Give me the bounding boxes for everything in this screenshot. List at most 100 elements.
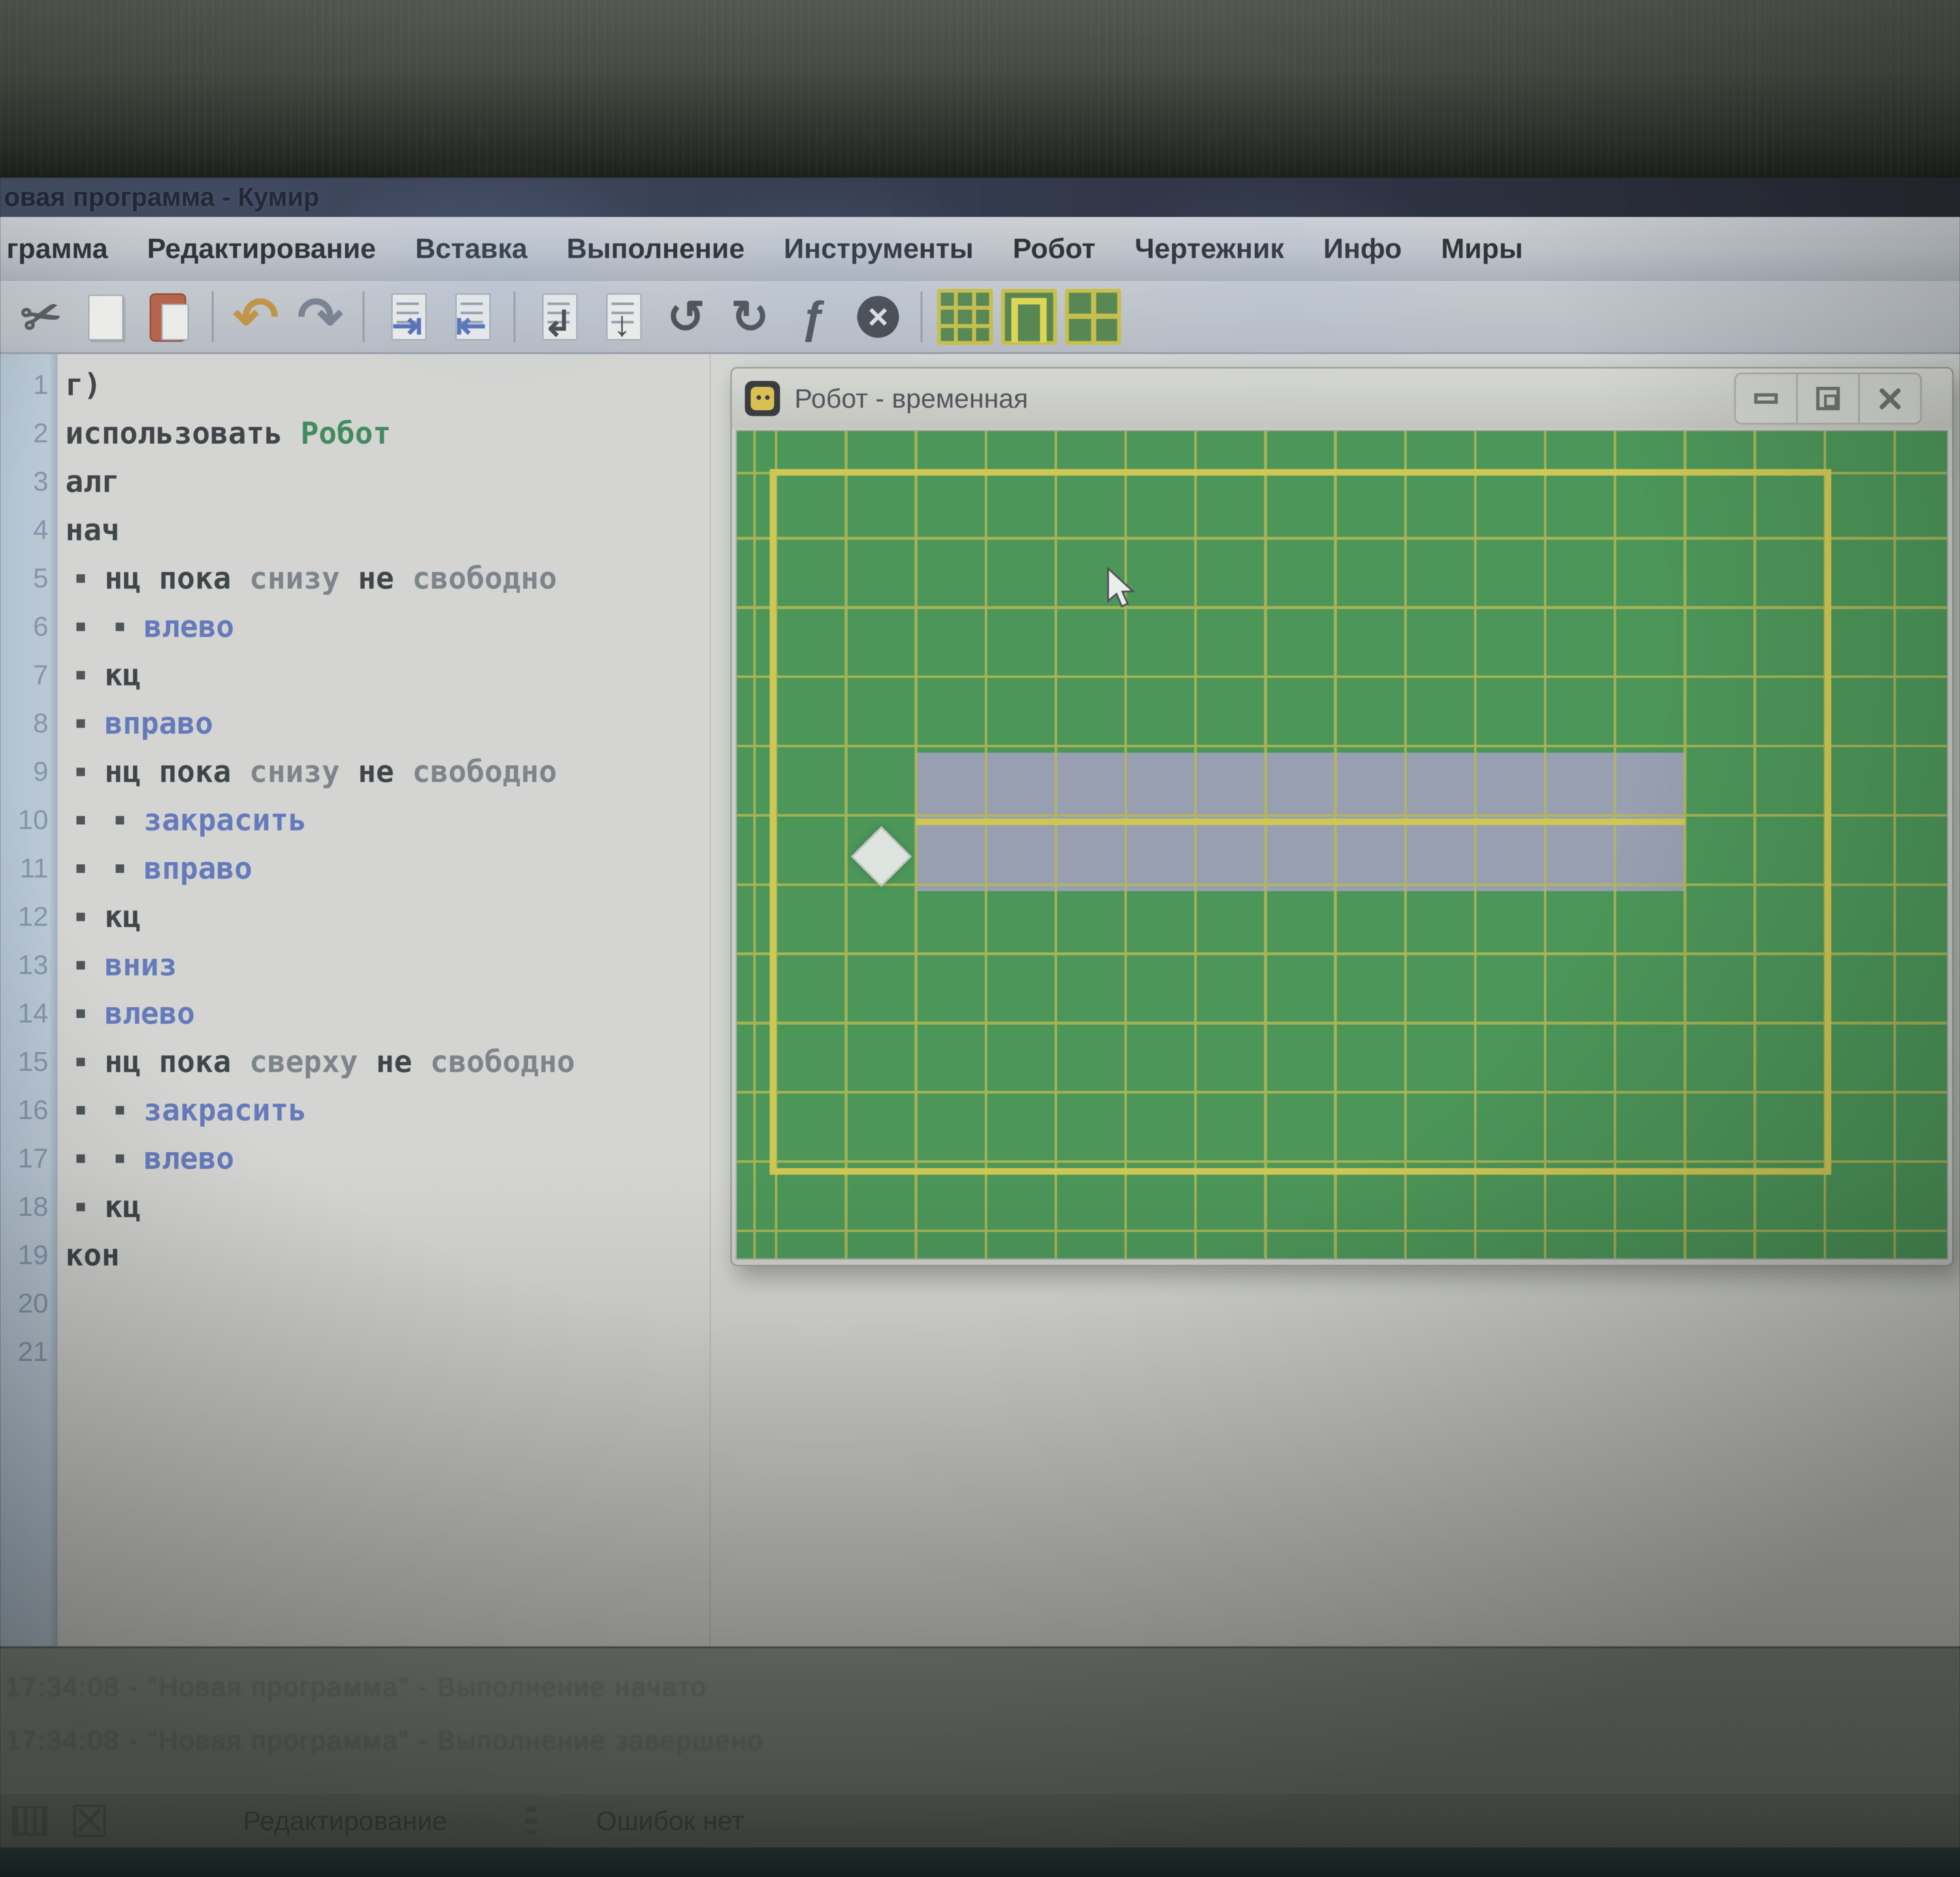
- code-line-10[interactable]: закрасить: [65, 796, 306, 844]
- console-message: 17:34:08 - "Новая программа" - Выполнени…: [5, 1672, 707, 1703]
- menu-item-1[interactable]: Редактирование: [127, 233, 395, 265]
- menu-item-2[interactable]: Вставка: [395, 233, 547, 265]
- close-box-icon[interactable]: [73, 1804, 106, 1837]
- robot-window-controls: [1734, 372, 1922, 425]
- toolbar-separator: [514, 291, 515, 342]
- console-panel: 17:34:08 - "Новая программа" - Выполнени…: [0, 1646, 1960, 1794]
- menu-item-8[interactable]: Миры: [1422, 233, 1543, 265]
- run-step-icon[interactable]: ↻: [720, 287, 780, 347]
- code-line-9[interactable]: нц пока снизу не свободно: [65, 747, 557, 796]
- code-token: использовать: [65, 416, 301, 451]
- menu-item-0[interactable]: грамма: [3, 233, 127, 265]
- code-line-8[interactable]: вправо: [65, 699, 213, 747]
- robot[interactable]: [851, 826, 911, 887]
- menu-item-4[interactable]: Инструменты: [764, 233, 993, 265]
- indent-dot: [116, 864, 124, 873]
- code-line-1[interactable]: г): [65, 361, 101, 409]
- code-token: вправо: [144, 851, 252, 886]
- code-line-12[interactable]: кц: [65, 892, 140, 941]
- inner-walls-layer: [737, 431, 1947, 1258]
- code-line-11[interactable]: вправо: [65, 844, 252, 892]
- menu-item-6[interactable]: Чертежник: [1115, 233, 1304, 265]
- robot-field-window-icon[interactable]: [937, 289, 993, 345]
- redo-icon[interactable]: ↷: [290, 287, 350, 347]
- app-title: овая программа - Кумир: [4, 183, 319, 212]
- run-continuous-icon[interactable]: ↺: [656, 287, 716, 347]
- status-errors: Ошибок нет: [596, 1806, 743, 1836]
- app-title-bar: овая программа - Кумир: [0, 178, 1960, 217]
- code-line-13[interactable]: вниз: [65, 941, 177, 989]
- laptop-bezel-top: [0, 0, 1960, 178]
- indent-dot: [76, 1203, 85, 1211]
- code-line-19[interactable]: кон: [65, 1231, 120, 1279]
- status-bar: Редактирование Ошибок нет: [0, 1794, 1960, 1848]
- code-line-3[interactable]: алг: [65, 457, 120, 506]
- close-glyph: [1877, 385, 1903, 412]
- unindent-icon[interactable]: ⇤: [441, 287, 501, 347]
- indent-dot: [76, 961, 85, 970]
- cut-glyph: ✂: [16, 289, 67, 344]
- eval-expression-glyph: ƒ: [802, 294, 827, 340]
- line-number-14: 14: [18, 989, 48, 1037]
- new-document-icon[interactable]: [75, 287, 135, 347]
- line-number-5: 5: [33, 554, 48, 602]
- line-number-18: 18: [18, 1183, 48, 1231]
- line-number-6: 6: [33, 602, 48, 651]
- close-button[interactable]: [1858, 374, 1920, 423]
- step-over-icon[interactable]: ↲: [528, 287, 588, 347]
- code-token: вправо: [105, 706, 213, 741]
- unindent-glyph: ⇤: [456, 307, 487, 344]
- code-line-4[interactable]: нач: [65, 506, 120, 554]
- code-line-18[interactable]: кц: [65, 1183, 140, 1231]
- paste-icon[interactable]: [139, 287, 199, 347]
- cut-icon[interactable]: ✂: [11, 287, 71, 347]
- eval-expression-icon[interactable]: ƒ: [784, 287, 844, 347]
- code-line-14[interactable]: влево: [65, 989, 195, 1037]
- code-token: нц пока: [105, 754, 250, 789]
- toolbar: ✂ ↶↷ ⇥ ⇤ ↲↓↺↻ ƒ ×: [0, 281, 1960, 354]
- indent-dot: [76, 623, 85, 631]
- keyboard-layout-icon[interactable]: [12, 1806, 47, 1836]
- code-line-2[interactable]: использовать Робот: [65, 409, 391, 457]
- code-line-16[interactable]: закрасить: [65, 1086, 306, 1134]
- code-line-7[interactable]: кц: [65, 651, 140, 699]
- code-line-15[interactable]: нц пока сверху не свободно: [65, 1037, 575, 1086]
- menu-item-3[interactable]: Выполнение: [547, 233, 764, 265]
- line-number-3: 3: [33, 457, 48, 506]
- robot-pult-window-icon[interactable]: [1001, 289, 1057, 345]
- line-number-10: 10: [18, 796, 48, 844]
- line-number-7: 7: [33, 651, 48, 699]
- code-line-6[interactable]: влево: [65, 602, 234, 651]
- status-mode: Редактирование: [243, 1806, 447, 1836]
- indent-dot: [76, 671, 85, 679]
- editor-gutter: 123456789101112131415161718192021: [0, 354, 57, 1646]
- code-token: вниз: [105, 947, 177, 983]
- indent-dot: [116, 1154, 124, 1163]
- minimize-glyph: [1754, 393, 1778, 404]
- stop-glyph: ×: [868, 299, 889, 335]
- indent-dot: [76, 1106, 85, 1115]
- code-token: кц: [105, 1189, 140, 1224]
- console-message: 17:34:08 - "Новая программа" - Выполнени…: [5, 1725, 764, 1756]
- undo-glyph: ↶: [233, 289, 279, 344]
- minimize-button[interactable]: [1736, 374, 1796, 423]
- toolbar-separator: [363, 291, 365, 342]
- field-size-window-icon[interactable]: [1065, 289, 1121, 345]
- step-into-icon[interactable]: ↓: [592, 287, 652, 347]
- code-token: закрасить: [144, 1092, 306, 1128]
- code-line-5[interactable]: нц пока снизу не свободно: [65, 554, 557, 602]
- menu-item-5[interactable]: Робот: [993, 233, 1115, 265]
- line-number-13: 13: [18, 941, 48, 989]
- robot-window-title-bar[interactable]: Робот - временная: [732, 368, 1952, 429]
- code-line-17[interactable]: влево: [65, 1134, 234, 1183]
- menu-item-7[interactable]: Инфо: [1303, 233, 1421, 265]
- indent-icon[interactable]: ⇥: [377, 287, 437, 347]
- code-token: алг: [65, 464, 120, 499]
- code-token: не: [376, 1044, 430, 1079]
- maximize-button[interactable]: [1796, 374, 1858, 423]
- stop-icon[interactable]: ×: [848, 287, 908, 347]
- undo-icon[interactable]: ↶: [226, 287, 286, 347]
- code-token: кц: [105, 899, 140, 934]
- indent-dot: [116, 623, 124, 631]
- code-token: снизу: [250, 754, 358, 789]
